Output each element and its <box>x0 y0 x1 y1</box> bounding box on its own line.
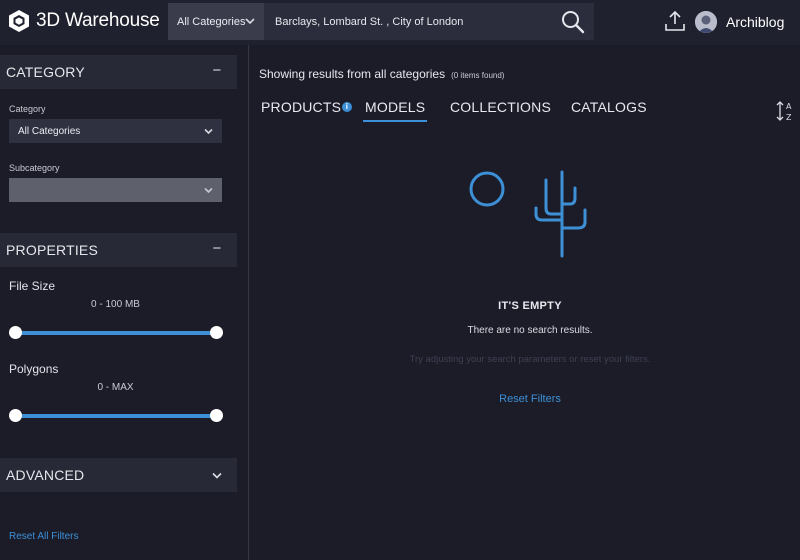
tab-products-label: PRODUCTS <box>261 99 342 115</box>
tab-models[interactable]: MODELS <box>362 99 428 122</box>
category-select-value: All Categories <box>18 125 81 137</box>
sidebar-divider <box>248 45 249 560</box>
file-size-max-handle[interactable] <box>210 326 223 339</box>
results-count: (0 items found) <box>451 71 505 80</box>
tab-collections[interactable]: COLLECTIONS <box>450 99 551 115</box>
subcategory-label: Subcategory <box>9 163 60 173</box>
file-size-range: 0 - 100 MB <box>91 299 140 310</box>
svg-text:A: A <box>786 102 792 111</box>
collapse-icon[interactable]: − <box>211 63 223 78</box>
empty-state-hint: Try adjusting your search parameters or … <box>409 354 651 365</box>
file-size-min-handle[interactable] <box>9 326 22 339</box>
tab-products[interactable]: PRODUCTS i <box>261 99 352 115</box>
info-icon[interactable]: i <box>342 102 352 112</box>
category-dropdown[interactable]: All Categories <box>168 3 264 40</box>
chevron-down-icon <box>204 128 213 135</box>
results-status-text: Showing results from all categories <box>259 67 446 81</box>
results-status: Showing results from all categories (0 it… <box>259 67 504 81</box>
file-size-label: File Size <box>9 279 56 293</box>
category-dropdown-value: All Categories <box>177 15 246 28</box>
subcategory-select[interactable] <box>9 178 222 202</box>
sort-az-icon[interactable]: A Z <box>776 100 794 122</box>
chevron-down-icon[interactable] <box>211 469 223 483</box>
collapse-icon[interactable]: − <box>211 241 223 256</box>
polygons-slider[interactable] <box>15 414 216 418</box>
file-size-slider[interactable] <box>15 331 216 335</box>
chevron-down-icon <box>204 187 213 194</box>
category-label: Category <box>9 104 46 114</box>
avatar[interactable] <box>695 11 717 33</box>
chevron-down-icon <box>245 18 255 25</box>
search-input[interactable] <box>264 3 594 40</box>
properties-section-title: PROPERTIES <box>6 242 98 258</box>
tab-catalogs[interactable]: CATALOGS <box>571 99 647 115</box>
empty-state-subtitle: There are no search results. <box>467 325 593 336</box>
polygons-min-handle[interactable] <box>9 409 22 422</box>
polygons-label: Polygons <box>9 362 59 376</box>
filter-sidebar: CATEGORY − Category All Categories Subca… <box>0 45 237 560</box>
polygons-max-handle[interactable] <box>210 409 223 422</box>
reset-all-filters-link[interactable]: Reset All Filters <box>9 531 78 542</box>
username[interactable]: Archiblog <box>726 14 784 30</box>
reset-filters-link[interactable]: Reset Filters <box>460 393 600 405</box>
brand-logo[interactable]: 3D Warehouse <box>8 9 160 33</box>
polygons-range: 0 - MAX <box>97 382 134 393</box>
category-select[interactable]: All Categories <box>9 119 222 143</box>
search-icon[interactable] <box>560 9 586 35</box>
upload-icon[interactable] <box>664 10 686 32</box>
avatar-image <box>695 11 717 33</box>
category-section-title: CATEGORY <box>6 64 85 80</box>
search-bar: All Categories <box>168 3 594 40</box>
top-header: 3D Warehouse All Categories Archiblog <box>0 0 800 45</box>
advanced-section-title: ADVANCED <box>6 467 85 483</box>
empty-state-title: IT'S EMPTY <box>498 300 562 312</box>
svg-text:Z: Z <box>786 113 792 122</box>
brand-name: 3D Warehouse <box>36 10 160 31</box>
advanced-section-header[interactable]: ADVANCED <box>0 458 237 492</box>
cube-logo-icon <box>9 10 29 32</box>
empty-state-illustration <box>469 170 587 258</box>
category-section-header[interactable]: CATEGORY − <box>0 55 237 89</box>
properties-section-header[interactable]: PROPERTIES − <box>0 233 237 267</box>
